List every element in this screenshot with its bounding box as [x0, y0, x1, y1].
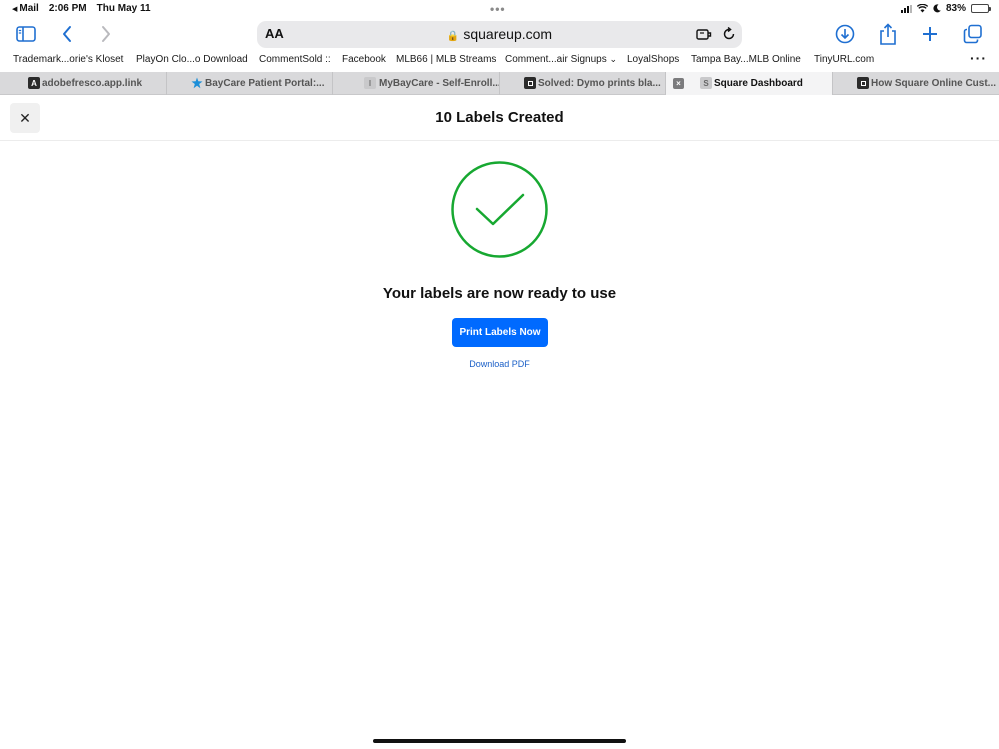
moon-icon — [933, 4, 941, 13]
back-app-label: Mail — [19, 3, 39, 14]
tab-title: MyBayCare - Self-Enroll... — [379, 78, 500, 89]
share-icon[interactable] — [876, 22, 900, 46]
tab-baycare-portal[interactable]: BayCare Patient Portal:... — [167, 72, 333, 95]
bookmark-item[interactable]: Trademark...orie's Kloset — [13, 54, 123, 65]
tab-title: Solved: Dymo prints bla... — [538, 78, 661, 89]
browser-toolbar: AA 🔒 squareup.com — [0, 18, 999, 50]
battery-percent: 83% — [945, 3, 966, 14]
baycare-star-favicon-icon — [191, 77, 203, 89]
battery-icon — [971, 4, 991, 13]
download-pdf-link: Download PDF — [0, 359, 999, 369]
url-text: squareup.com — [463, 26, 553, 42]
square-community-favicon-icon — [524, 77, 536, 89]
page-header: ✕ 10 Labels Created — [0, 96, 999, 141]
mybaycare-favicon-icon: I — [364, 77, 376, 89]
back-triangle-icon: ◀ — [12, 5, 18, 13]
bookmark-item[interactable]: CommentSold :: — [259, 54, 331, 65]
tab-dymo-solved[interactable]: Solved: Dymo prints bla... — [500, 72, 666, 95]
multitasking-dots-icon[interactable]: ••• — [490, 2, 506, 16]
square-dashboard-favicon-icon: S — [700, 77, 712, 89]
sidebar-toggle-icon[interactable] — [14, 22, 38, 46]
extension-icon[interactable] — [695, 25, 713, 43]
print-labels-button[interactable]: Print Labels Now — [452, 318, 548, 347]
tab-adobefresco[interactable]: A adobefresco.app.link — [0, 72, 167, 95]
tab-title: adobefresco.app.link — [42, 78, 143, 89]
tab-mybaycare[interactable]: I MyBayCare - Self-Enroll... — [333, 72, 500, 95]
back-to-mail[interactable]: ◀ Mail — [12, 3, 39, 14]
forward-chevron-icon[interactable] — [94, 22, 118, 46]
bookmark-item[interactable]: TinyURL.com — [814, 54, 874, 65]
bookmark-item[interactable]: PlayOn Clo...o Download — [136, 54, 248, 65]
bookmark-item[interactable]: Tampa Bay...MLB Online — [691, 54, 801, 65]
download-pdf-link-text[interactable]: Download PDF — [469, 359, 530, 369]
status-time: 2:06 PM — [48, 3, 87, 14]
home-indicator[interactable] — [373, 739, 626, 743]
tab-square-dashboard[interactable]: × S Square Dashboard — [666, 72, 833, 95]
bookmark-folder[interactable]: Comment...air Signups ⌄ — [505, 54, 617, 65]
wifi-icon — [916, 4, 928, 13]
success-check-icon — [451, 161, 548, 258]
reload-icon[interactable] — [720, 25, 738, 43]
bookmarks-bar: Trademark...orie's Kloset PlayOn Clo...o… — [0, 50, 999, 70]
bookmark-folder-label: Comment...air Signups — [505, 54, 607, 65]
tab-close-icon[interactable]: × — [673, 78, 684, 89]
bookmark-item[interactable]: Facebook — [342, 54, 386, 65]
tab-square-online[interactable]: How Square Online Cust... — [833, 72, 999, 95]
back-chevron-icon[interactable] — [55, 22, 79, 46]
status-bar: ◀ Mail 2:06 PM Thu May 11 ••• 83% — [0, 0, 999, 18]
adobe-fresco-favicon-icon: A — [28, 77, 40, 89]
lock-icon: 🔒 — [446, 31, 460, 42]
bookmark-item[interactable]: LoyalShops — [627, 54, 679, 65]
new-tab-plus-icon[interactable] — [918, 22, 942, 46]
more-bookmarks-icon[interactable]: ··· — [970, 50, 987, 66]
url-display[interactable]: 🔒 squareup.com — [257, 26, 742, 42]
tab-bar: A adobefresco.app.link BayCare Patient P… — [0, 72, 999, 95]
tab-title: How Square Online Cust... — [871, 78, 997, 89]
address-bar[interactable]: AA 🔒 squareup.com — [257, 21, 742, 48]
status-date: Thu May 11 — [96, 3, 151, 14]
bookmark-item[interactable]: MLB66 | MLB Streams — [396, 54, 496, 65]
tab-overview-icon[interactable] — [961, 22, 985, 46]
chevron-down-icon: ⌄ — [609, 54, 618, 64]
page-title: 10 Labels Created — [435, 109, 564, 126]
downloads-icon[interactable] — [833, 22, 857, 46]
cellular-signal-icon — [900, 4, 912, 13]
tab-title: Square Dashboard — [714, 78, 803, 89]
success-message: Your labels are now ready to use — [382, 285, 617, 302]
tab-title: BayCare Patient Portal:... — [205, 78, 325, 89]
square-favicon-icon — [857, 77, 869, 89]
